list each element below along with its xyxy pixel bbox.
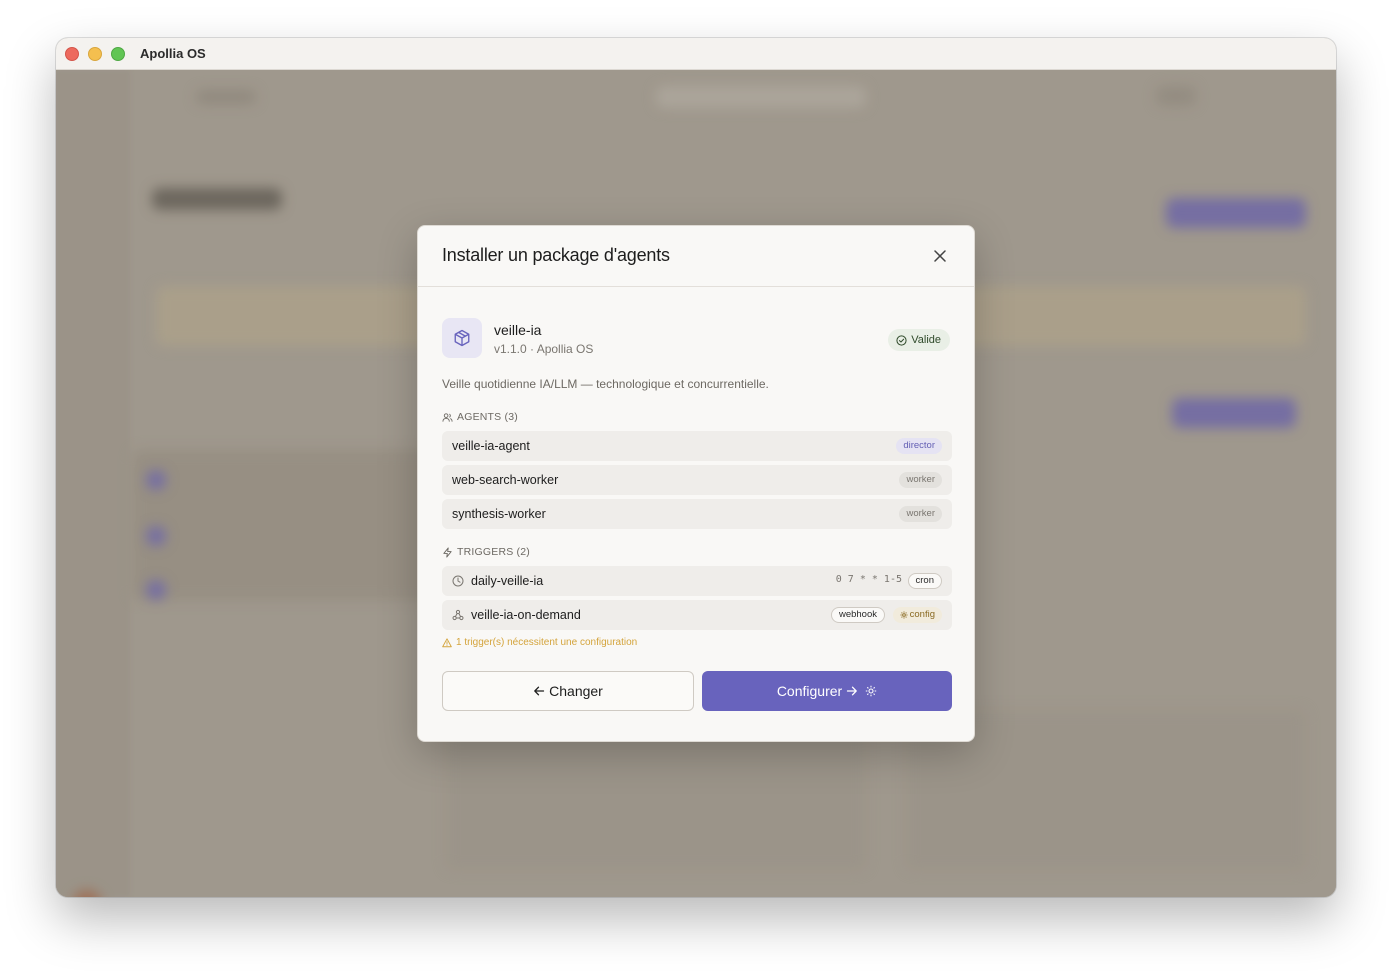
agent-row[interactable]: web-search-worker worker <box>442 465 952 495</box>
close-window-button[interactable] <box>65 47 79 61</box>
trigger-row[interactable]: daily-veille-ia 0 7 * * 1-5 cron <box>442 566 952 596</box>
configure-button-label: Configurer <box>776 683 843 699</box>
agent-name: web-search-worker <box>452 473 559 487</box>
arrow-left-icon <box>534 686 545 696</box>
zap-icon <box>443 546 452 558</box>
package-icon <box>454 329 470 347</box>
gear-icon <box>865 685 877 697</box>
configure-button[interactable]: Configurer <box>702 671 952 711</box>
gear-icon <box>900 611 908 619</box>
config-warning: 1 trigger(s) nécessitent une configurati… <box>442 637 637 648</box>
trigger-type-badge: webhook <box>830 607 885 623</box>
status-badge: Valide <box>888 329 950 351</box>
close-dialog-button[interactable] <box>930 246 950 266</box>
arrow-right-icon <box>847 686 858 696</box>
triggers-label: TRIGGERS (2) <box>457 546 530 558</box>
app-window: Apollia OS Installer un package d'agents <box>56 38 1336 897</box>
close-icon <box>934 250 946 262</box>
config-label: config <box>909 609 935 620</box>
config-required-badge[interactable]: config <box>892 607 942 623</box>
install-package-dialog: Installer un package d'agents veille-ia … <box>417 225 975 742</box>
package-version: v1.1.0 · Apollia OS <box>494 342 594 356</box>
agent-name: veille-ia-agent <box>452 439 530 453</box>
agent-name: synthesis-worker <box>452 507 546 521</box>
check-circle-icon <box>896 334 907 346</box>
clock-icon <box>452 575 464 587</box>
dialog-header: Installer un package d'agents <box>418 226 974 287</box>
users-icon <box>442 412 453 422</box>
agent-role-badge: worker <box>899 506 942 522</box>
triggers-section-label: TRIGGERS (2) <box>442 546 530 558</box>
trigger-name: veille-ia-on-demand <box>471 608 581 622</box>
change-button[interactable]: Changer <box>442 671 694 711</box>
agents-section-label: AGENTS (3) <box>442 411 518 423</box>
minimize-window-button[interactable] <box>88 47 102 61</box>
agent-row[interactable]: veille-ia-agent director <box>442 431 952 461</box>
agents-label: AGENTS (3) <box>457 411 518 423</box>
webhook-icon <box>452 609 464 621</box>
warning-text: 1 trigger(s) nécessitent une configurati… <box>456 637 638 648</box>
warning-icon <box>442 637 452 647</box>
cron-schedule: 0 7 * * 1-5 <box>835 574 902 585</box>
package-name: veille-ia <box>494 322 542 338</box>
trigger-name: daily-veille-ia <box>471 574 544 588</box>
dialog-title: Installer un package d'agents <box>442 245 670 265</box>
title-bar: Apollia OS <box>56 38 1336 70</box>
trigger-type-badge: cron <box>907 573 942 589</box>
agent-role-badge: director <box>896 438 942 454</box>
package-description: Veille quotidienne IA/LLM — technologiqu… <box>442 377 769 391</box>
trigger-row[interactable]: veille-ia-on-demand webhook config <box>442 600 952 630</box>
zoom-window-button[interactable] <box>111 47 125 61</box>
window-title: Apollia OS <box>140 46 206 61</box>
agent-row[interactable]: synthesis-worker worker <box>442 499 952 529</box>
status-label: Valide <box>911 334 941 346</box>
agent-role-badge: worker <box>899 472 942 488</box>
change-button-label: Changer <box>549 683 603 699</box>
package-icon-container <box>442 318 482 358</box>
